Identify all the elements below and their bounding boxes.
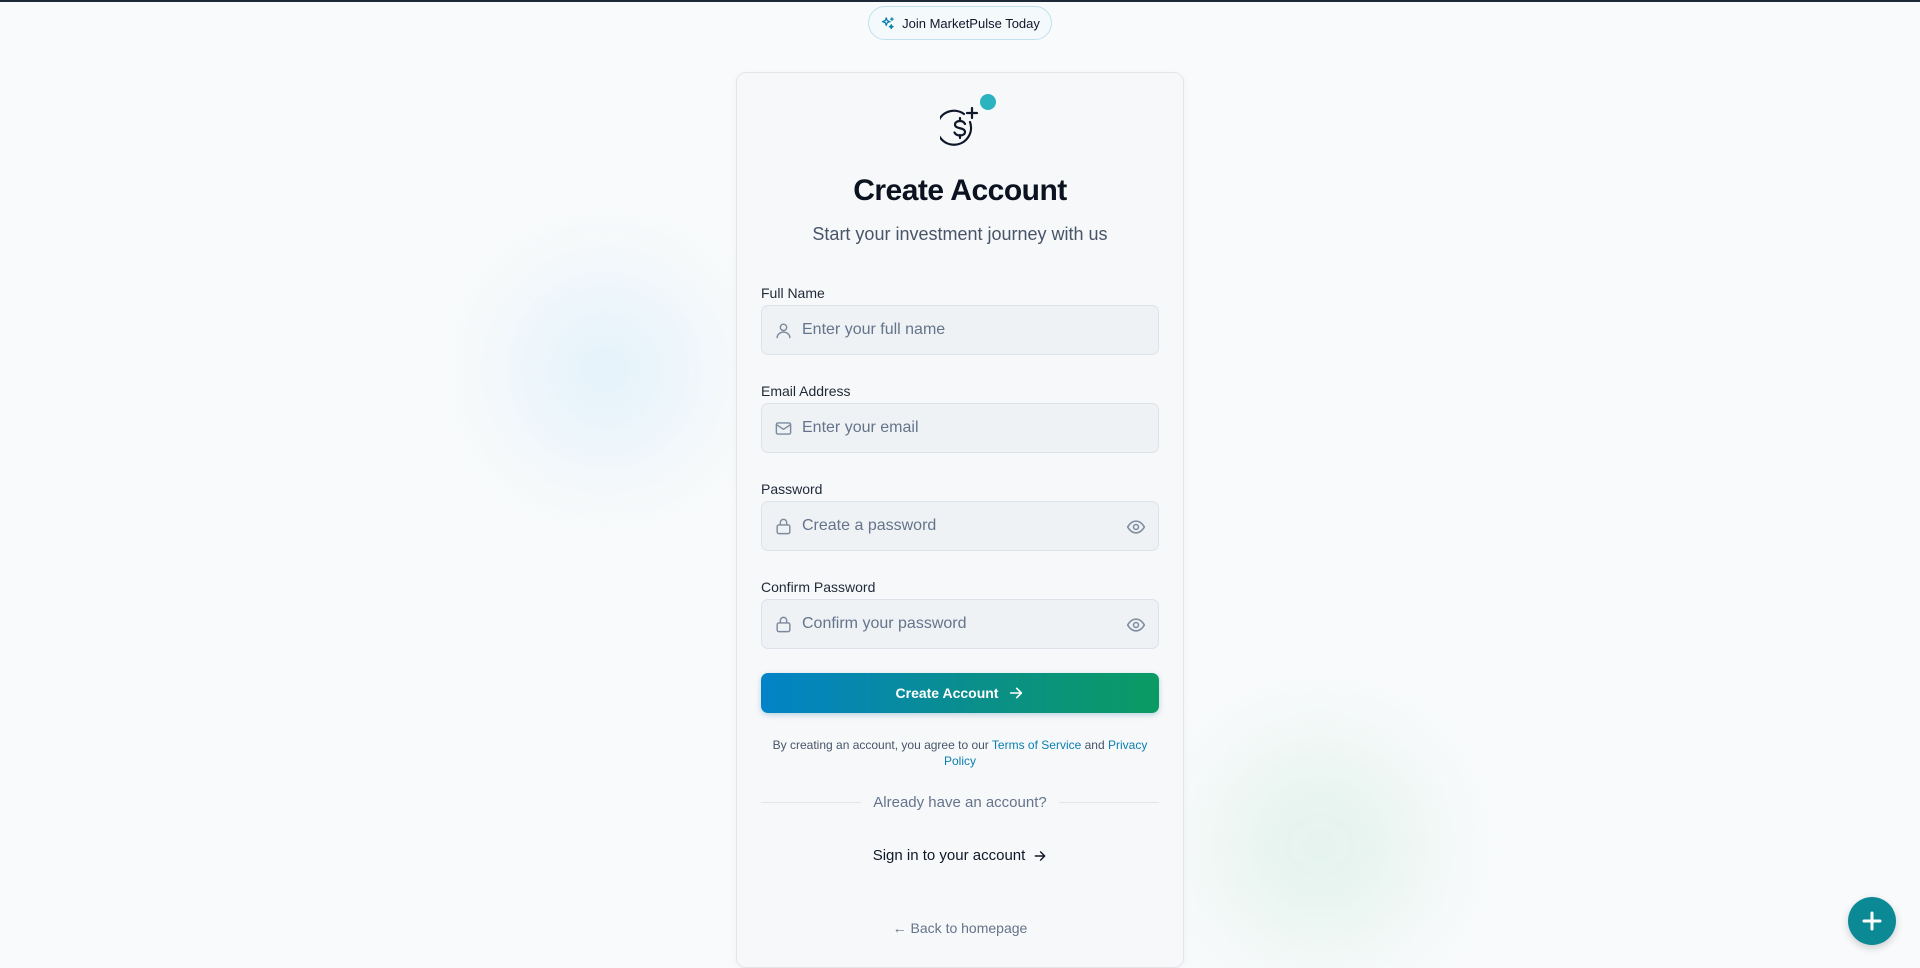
full-name-input[interactable] [802, 306, 1102, 354]
eye-icon[interactable] [1126, 517, 1146, 537]
top-border [0, 0, 1920, 2]
full-name-label: Full Name [761, 285, 825, 301]
divider-line-left [761, 802, 861, 803]
email-label: Email Address [761, 383, 851, 399]
create-account-button-label: Create Account [895, 685, 999, 701]
arrow-right-icon [1010, 687, 1023, 699]
logo-notification-dot [980, 94, 996, 110]
user-icon [776, 323, 791, 339]
password-field[interactable] [761, 501, 1159, 551]
terms-of-service-link[interactable]: Terms of Service [992, 738, 1081, 752]
terms-notice: By creating an account, you agree to our… [761, 737, 1159, 769]
background-blob-green [1190, 720, 1450, 968]
password-input[interactable] [802, 502, 1102, 550]
divider-line-right [1059, 802, 1159, 803]
email-field[interactable] [761, 403, 1159, 453]
confirm-password-input[interactable] [802, 600, 1102, 648]
join-banner-label: Join MarketPulse Today [902, 15, 1040, 31]
background-blob-blue [490, 250, 720, 490]
sign-in-link[interactable]: Sign in to your account [736, 847, 1184, 864]
create-account-button[interactable]: Create Account [761, 673, 1159, 713]
terms-prefix: By creating an account, you agree to our [772, 738, 989, 752]
plus-icon [1862, 911, 1882, 931]
back-to-homepage-link[interactable]: ← Back to homepage [736, 920, 1184, 936]
full-name-field[interactable] [761, 305, 1159, 355]
lock-icon [776, 518, 791, 535]
floating-add-button[interactable] [1848, 897, 1896, 945]
join-banner: Join MarketPulse Today [868, 6, 1052, 40]
sparkles-icon [881, 16, 894, 29]
email-input[interactable] [802, 404, 1102, 452]
mail-icon [775, 422, 792, 435]
terms-conjunction: and [1084, 738, 1105, 752]
confirm-password-label: Confirm Password [761, 579, 876, 595]
page-subtitle: Start your investment journey with us [812, 224, 1108, 244]
sign-in-label: Sign in to your account [872, 847, 1026, 864]
divider-text: Already have an account? [873, 794, 1047, 811]
page-title: Create Account [853, 174, 1067, 207]
lock-icon [776, 616, 791, 633]
confirm-password-field[interactable] [761, 599, 1159, 649]
dollar-plus-icon [940, 106, 979, 146]
password-label: Password [761, 481, 823, 497]
eye-icon[interactable] [1126, 615, 1146, 635]
arrow-right-icon [1034, 850, 1046, 861]
